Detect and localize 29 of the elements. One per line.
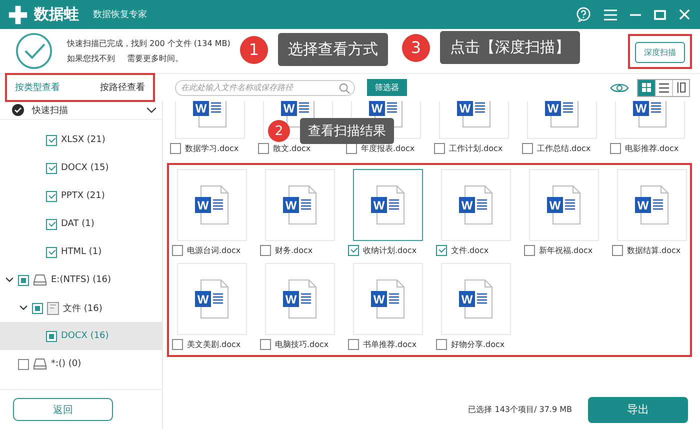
callout-tooltip: 点击【深度扫描】 (440, 31, 580, 64)
file-name: 数据结算.docx (627, 244, 681, 256)
scan-hint-text: 如果您找不到 (67, 53, 115, 64)
file-name: 电脑技巧.docx (275, 338, 329, 350)
file-name: 财务.docx (275, 244, 313, 256)
step-number-tooltip: 1 (240, 36, 268, 64)
scan-hint-text: 需要更多时间。 (127, 53, 183, 64)
file-name: 书单推荐.docx (363, 338, 417, 350)
selection-info: 已选择 143个项目/ 37.9 MB (468, 404, 572, 415)
file-name: 工作总结.docx (537, 142, 591, 154)
step-number-tooltip: 2 (268, 120, 290, 142)
file-name: 美文美剧.docx (187, 338, 241, 350)
file-name: 散文.docx (273, 142, 311, 154)
scan-summary-text: 快速扫描已完成，找到 200 个文件 (134 MB) (67, 38, 230, 49)
file-name: 好物分享.docx (451, 338, 505, 350)
file-name: 文件.docx (451, 244, 489, 256)
file-name: 电影推荐.docx (625, 142, 679, 154)
callout-tooltip: 查看扫描结果 (300, 118, 394, 144)
app-name: 数据蛙 (34, 5, 79, 24)
file-name: 工作计划.docx (449, 142, 503, 154)
file-name: 收纳计划.docx (363, 244, 417, 256)
file-name: 年度报表.docx (361, 142, 415, 154)
tree-root-label: 快速扫描 (32, 104, 69, 116)
file-name: 电源台词.docx (187, 244, 241, 256)
app-subtitle: 数据恢复专家 (93, 8, 147, 21)
file-name: 新年祝福.docx (539, 244, 593, 256)
step-number-tooltip: 3 (402, 34, 430, 62)
callout-tooltip: 选择查看方式 (278, 33, 388, 66)
file-name: 数据学习.docx (185, 142, 239, 154)
